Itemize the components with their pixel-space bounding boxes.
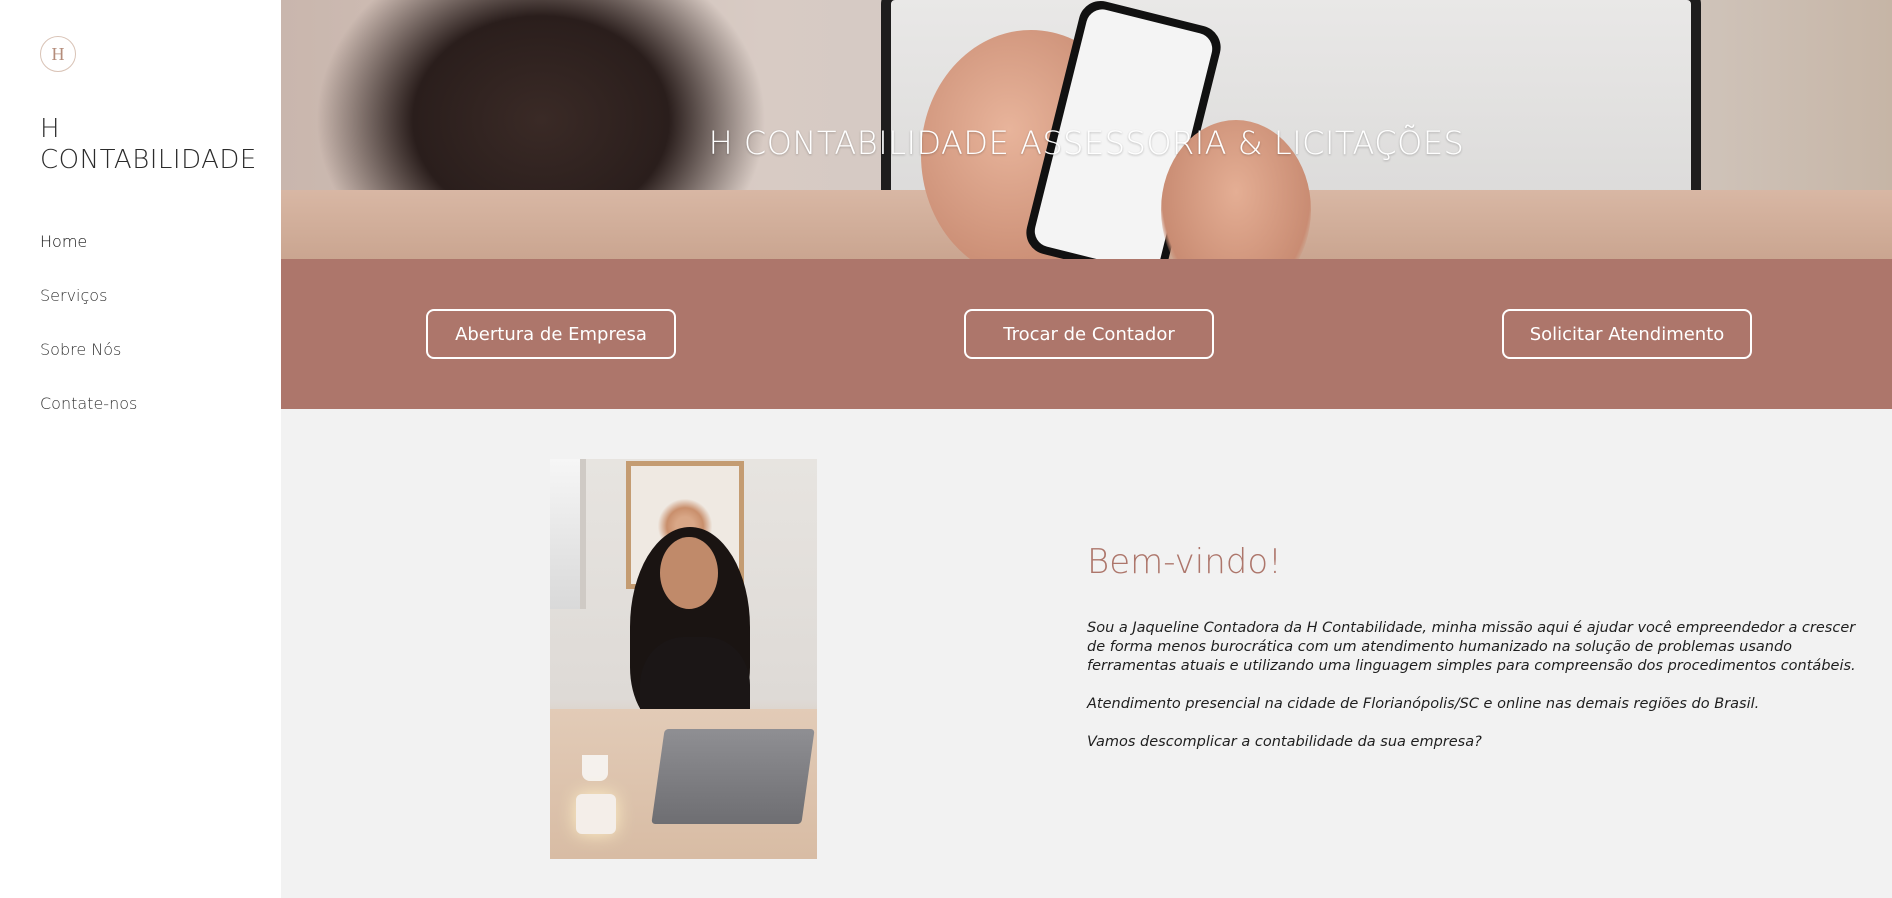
about-paragraph: Vamos descomplicar a contabilidade da su… <box>1087 734 1482 750</box>
hero-banner: H CONTABILIDADE ASSESSORIA & LICITAÇÕES <box>281 0 1892 259</box>
about-paragraph: Sou a Jaqueline Contadora da H Contabili… <box>1087 620 1856 674</box>
sidebar: H H CONTABILIDADE Home Serviços Sobre Nó… <box>0 0 281 898</box>
change-accountant-button[interactable]: Trocar de Contador <box>964 309 1214 359</box>
brand-name[interactable]: H CONTABILIDADE <box>40 114 270 176</box>
logo-icon[interactable]: H <box>40 36 76 72</box>
hero-title: H CONTABILIDADE ASSESSORIA & LICITAÇÕES <box>708 124 1465 162</box>
about-text: Sou a Jaqueline Contadora da H Contabili… <box>1087 619 1862 771</box>
about-section: Bem-vindo! Sou a Jaqueline Contadora da … <box>281 409 1892 898</box>
nav-item-contate-nos[interactable]: Contate-nos <box>40 394 137 448</box>
about-paragraph: Atendimento presencial na cidade de Flor… <box>1087 696 1760 712</box>
nav-item-sobre-nos[interactable]: Sobre Nós <box>40 340 137 394</box>
welcome-heading: Bem-vindo! <box>1087 542 1282 582</box>
request-service-button[interactable]: Solicitar Atendimento <box>1502 309 1752 359</box>
open-company-button[interactable]: Abertura de Empresa <box>426 309 676 359</box>
nav-item-home[interactable]: Home <box>40 232 137 286</box>
action-band: Abertura de Empresa Trocar de Contador S… <box>281 259 1892 409</box>
accountant-photo <box>550 459 817 859</box>
main-nav: Home Serviços Sobre Nós Contate-nos <box>40 232 137 448</box>
nav-item-servicos[interactable]: Serviços <box>40 286 137 340</box>
